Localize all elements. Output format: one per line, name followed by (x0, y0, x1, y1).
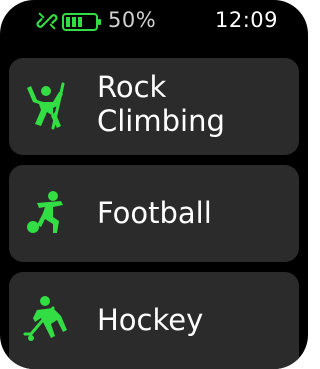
clock-time: 12:09 (214, 8, 278, 32)
link-broken-icon (36, 12, 58, 30)
football-icon (27, 191, 63, 233)
hockey-icon (23, 296, 67, 341)
list-item-rock-climbing[interactable]: Rock Climbing (9, 58, 299, 155)
watch-screen: 50% 12:09 Rock Climbing Football Hockey (0, 0, 308, 369)
activity-label: Rock Climbing (97, 70, 225, 138)
activity-label: Football (97, 196, 212, 230)
battery-icon (62, 13, 101, 31)
activity-label: Hockey (97, 303, 204, 337)
list-item-hockey[interactable]: Hockey (9, 272, 299, 369)
status-bar: 50% 12:09 (0, 0, 308, 50)
rock-climbing-icon (27, 82, 65, 130)
list-item-football[interactable]: Football (9, 165, 299, 262)
battery-percent: 50% (108, 8, 157, 32)
